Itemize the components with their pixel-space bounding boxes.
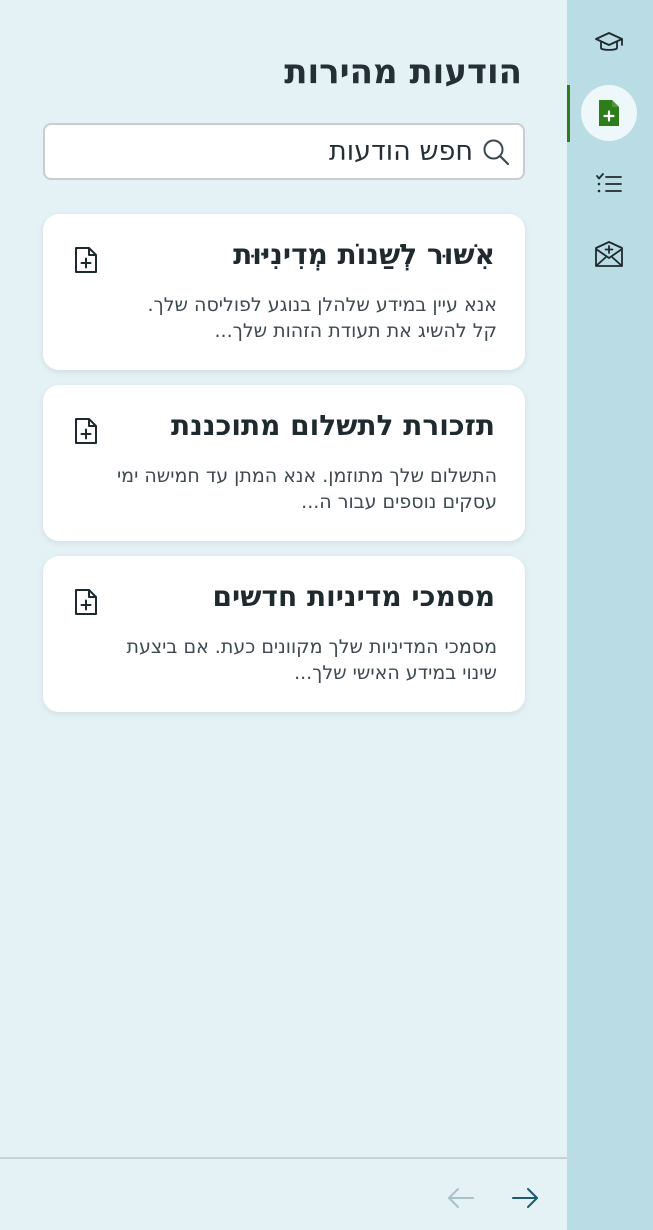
message-title: תזכורת לתשלום מתוכננת	[171, 409, 495, 442]
file-plus-icon	[75, 247, 97, 273]
checklist-icon	[596, 173, 622, 193]
message-preview-line: קל להשיג את תעודת הזהות שלך...	[214, 320, 498, 342]
message-card[interactable]: אִשּׁוּר לְשַׁנוֹת מְדִינִיּוּת אנא עיין…	[43, 214, 525, 370]
message-preview: התשלום שלך מתוזמן. אנא המתן עד חמישה ימי…	[57, 463, 497, 515]
message-preview-line: מסמכי המדיניות שלך מקוונים כעת. אם ביצעת	[126, 636, 497, 658]
sidebar-item-messages[interactable]	[581, 85, 637, 141]
forward-button[interactable]	[508, 1181, 542, 1215]
message-preview-line: עסקים נוספים עבור ה...	[301, 491, 497, 513]
sidebar-item-compose[interactable]	[581, 226, 637, 282]
search-icon[interactable]	[481, 137, 511, 167]
file-plus-icon	[75, 418, 97, 444]
arrow-right-icon	[512, 1188, 538, 1208]
message-preview-line: שינוי במידע האישי שלך...	[294, 662, 497, 684]
sidebar-item-courses[interactable]	[581, 14, 637, 70]
file-plus-icon	[75, 589, 97, 615]
message-card[interactable]: מסמכי מדיניות חדשים מסמכי המדיניות שלך מ…	[43, 556, 525, 712]
message-title: מסמכי מדיניות חדשים	[212, 580, 495, 613]
message-preview: אנא עיין במידע שלהלן בנוגע לפוליסה שלך. …	[57, 292, 498, 344]
sidebar-item-tasks[interactable]	[581, 156, 637, 212]
page-title: הודעות מהירות	[284, 52, 522, 92]
message-preview-line: אנא עיין במידע שלהלן בנוגע לפוליסה שלך.	[147, 294, 498, 316]
message-preview: מסמכי המדיניות שלך מקוונים כעת. אם ביצעת…	[57, 634, 497, 686]
file-plus-icon	[599, 100, 619, 126]
active-indicator	[567, 85, 570, 142]
back-button[interactable]	[444, 1181, 478, 1215]
main-panel: הודעות מהירות אִשּׁוּר לְשַׁנוֹת מְדִינִ…	[0, 0, 567, 1230]
sidebar	[567, 0, 653, 1230]
mail-plus-icon	[595, 241, 623, 267]
search-input[interactable]	[73, 125, 473, 178]
footer-nav	[0, 1157, 567, 1230]
arrow-left-icon	[448, 1188, 474, 1208]
search-box[interactable]	[43, 123, 525, 180]
message-preview-line: התשלום שלך מתוזמן. אנא המתן עד חמישה ימי	[116, 465, 497, 487]
message-card[interactable]: תזכורת לתשלום מתוכננת התשלום שלך מתוזמן.…	[43, 385, 525, 541]
message-title: אִשּׁוּר לְשַׁנוֹת מְדִינִיּוּת	[233, 238, 495, 271]
graduation-cap-icon	[595, 32, 623, 51]
